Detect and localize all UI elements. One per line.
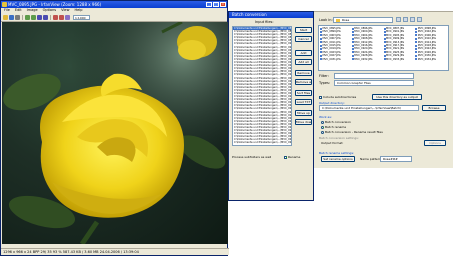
folder-file-name: MVC_0933.JPG — [386, 57, 405, 61]
lookin-folder-icon — [336, 18, 340, 22]
batch-settings-panel: Look in: Rose MVC_0895.JPG MVC_0896.JPG MV… — [314, 11, 453, 168]
batch-conversion-label: Batch conversion — [325, 120, 351, 124]
maximize-button[interactable]: □ — [213, 2, 219, 7]
lookin-value: Rose — [341, 18, 350, 22]
load-txt-button[interactable]: Load TXT — [295, 99, 312, 105]
folder-file-item[interactable]: MVC_0934.JPG — [415, 58, 447, 61]
menu-view[interactable]: View — [61, 8, 69, 13]
browse-button[interactable]: Browse — [422, 105, 446, 111]
minimize-button[interactable]: _ — [206, 2, 212, 7]
irfanview-app-icon — [2, 2, 7, 7]
viewer-titlebar[interactable]: MVC_0895.JPG - IrfanView (Zoom: 1288 x 9… — [1, 1, 227, 8]
viewer-window: MVC_0895.JPG - IrfanView (Zoom: 1288 x 9… — [0, 0, 229, 256]
input-files-label: Input files: — [255, 20, 274, 24]
folder-file-item[interactable]: MVC_0933.JPG — [383, 57, 416, 61]
viewer-window-controls: _ □ × — [206, 2, 226, 7]
include-subdirs-checkbox[interactable] — [319, 95, 322, 99]
output-directory-input[interactable]: C:\Dokumente und Einstellungen\...\Irfan… — [319, 105, 419, 111]
move-down-button[interactable]: Move down — [295, 119, 312, 125]
filter-label: Filter: — [319, 74, 329, 78]
sort-files-button[interactable]: Sort files — [295, 90, 312, 96]
batch-rename-option[interactable]: Batch rename — [321, 125, 346, 129]
paste-icon[interactable] — [59, 14, 64, 20]
include-subdirs-label: Include subdirectories — [323, 95, 357, 99]
batch-rename-label: Batch rename — [325, 125, 347, 129]
conversion-settings-label: Batch conversion settings: — [319, 136, 359, 140]
remove-button[interactable]: Remove — [295, 70, 312, 76]
close-button[interactable]: × — [220, 2, 226, 7]
rename-options-button[interactable]: Set rename options — [321, 156, 355, 162]
conversion-rename-radio[interactable] — [321, 130, 324, 134]
menu-help[interactable]: Help — [74, 8, 82, 13]
batch-title: Batch conversion — [232, 12, 267, 17]
next-image-icon[interactable] — [43, 14, 48, 20]
batch-rename-radio[interactable] — [321, 125, 324, 129]
rename-settings-label: Batch rename settings: — [319, 151, 355, 155]
viewer-title: MVC_0895.JPG - IrfanView (Zoom: 1288 x 9… — [8, 2, 102, 7]
folder-file-grid[interactable]: MVC_0895.JPG MVC_0896.JPG MVC_0897.JPG MVC_… — [318, 25, 449, 71]
zoom-in-icon[interactable] — [25, 14, 30, 20]
rename-checkbox-label: Rename — [288, 155, 301, 159]
folder-file-item[interactable]: MVC_0932.JPG — [351, 57, 384, 61]
menu-edit[interactable]: Edit — [15, 8, 22, 13]
details-view-icon[interactable] — [417, 17, 422, 22]
folder-nav-icons — [396, 17, 422, 22]
input-file-row[interactable]: C:\Dokumente und Einstellungen\...\MVC_0… — [233, 141, 291, 144]
up-folder-icon[interactable] — [396, 17, 401, 22]
previous-image-icon[interactable] — [37, 14, 42, 20]
lookin-label: Look in: — [319, 18, 333, 22]
toolbar-separator — [22, 14, 23, 20]
batch-titlebar[interactable]: Batch conversion — [229, 12, 313, 18]
conversion-rename-option[interactable]: Batch conversion - Rename result files — [321, 130, 383, 134]
filter-input[interactable] — [334, 73, 414, 79]
delete-icon[interactable] — [15, 14, 20, 20]
include-subdirs-row[interactable]: Include subdirectories — [319, 95, 356, 99]
copy-icon[interactable] — [53, 14, 58, 20]
new-folder-icon[interactable] — [403, 17, 408, 22]
viewer-statusbar: 1296 x 966 x 24 BPP 29/ 35 93 % 587.43 K… — [1, 248, 229, 255]
list-view-icon[interactable] — [410, 17, 415, 22]
start-button[interactable]: Start — [295, 27, 312, 33]
conversion-rename-label: Batch conversion - Rename result files — [325, 130, 383, 134]
types-dropdown[interactable]: Common Graphic Files — [334, 80, 414, 86]
batch-conversion-radio[interactable] — [321, 120, 324, 124]
folder-file-name: MVC_0934.JPG — [417, 57, 436, 61]
batch-conversion-option[interactable]: Batch conversion — [321, 120, 351, 124]
lookin-dropdown[interactable]: Rose — [333, 17, 393, 23]
cancel-button[interactable]: Cancel — [295, 36, 312, 42]
conversion-options-button[interactable]: Options — [424, 140, 446, 146]
folder-file-name: MVC_0931.JPG — [322, 57, 341, 61]
toolbar-separator — [50, 14, 51, 20]
menu-image[interactable]: Image — [27, 8, 38, 13]
menu-options[interactable]: Options — [43, 8, 57, 13]
folder-file-name: MVC_0932.JPG — [354, 57, 373, 61]
open-folder-icon[interactable] — [3, 14, 8, 20]
process-subfolders-row[interactable]: Process subfolders as well — [232, 155, 271, 159]
use-directory-button[interactable]: Use this directory as output — [372, 94, 422, 100]
viewer-toolbar: 1:1000 — [1, 13, 227, 22]
rename-checkbox[interactable] — [284, 155, 287, 159]
move-up-button[interactable]: Move up — [295, 110, 312, 116]
rose-photo — [2, 22, 228, 244]
types-label: Types: — [319, 81, 331, 85]
thumbnails-icon[interactable] — [65, 14, 70, 20]
zoom-out-icon[interactable] — [31, 14, 36, 20]
input-files-list[interactable]: C:\Dokumente und Einstellungen\...\MVC_0… — [232, 26, 292, 146]
remove-all-button[interactable]: Remove all — [295, 79, 312, 85]
menu-file[interactable]: File — [4, 8, 10, 13]
add-all-button[interactable]: Add all — [295, 59, 312, 65]
output-format-label: Output format: — [321, 141, 344, 145]
work-as-label: Work as: — [319, 115, 332, 119]
add-button[interactable]: Add — [295, 50, 312, 56]
batch-conversion-dialog: Batch conversion Input files: C:\Dokumen… — [228, 11, 314, 201]
rename-checkbox-row[interactable]: Rename — [284, 155, 300, 159]
yellow-rose-image — [2, 22, 228, 244]
save-icon[interactable] — [9, 14, 14, 20]
name-pattern-input[interactable]: Rose### — [380, 156, 412, 162]
zoom-level-box[interactable]: 1:1000 — [73, 14, 90, 20]
process-subfolders-label: Process subfolders as well — [232, 155, 272, 159]
name-pattern-label: Name pattern: — [360, 157, 382, 161]
folder-file-item[interactable]: MVC_0931.JPG — [320, 58, 352, 61]
